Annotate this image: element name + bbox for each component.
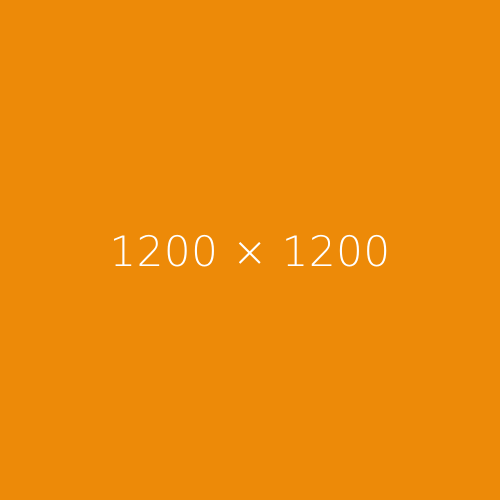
placeholder-dimensions-label: 1200 × 1200 [109, 231, 390, 273]
placeholder-image: 1200 × 1200 [0, 0, 500, 500]
